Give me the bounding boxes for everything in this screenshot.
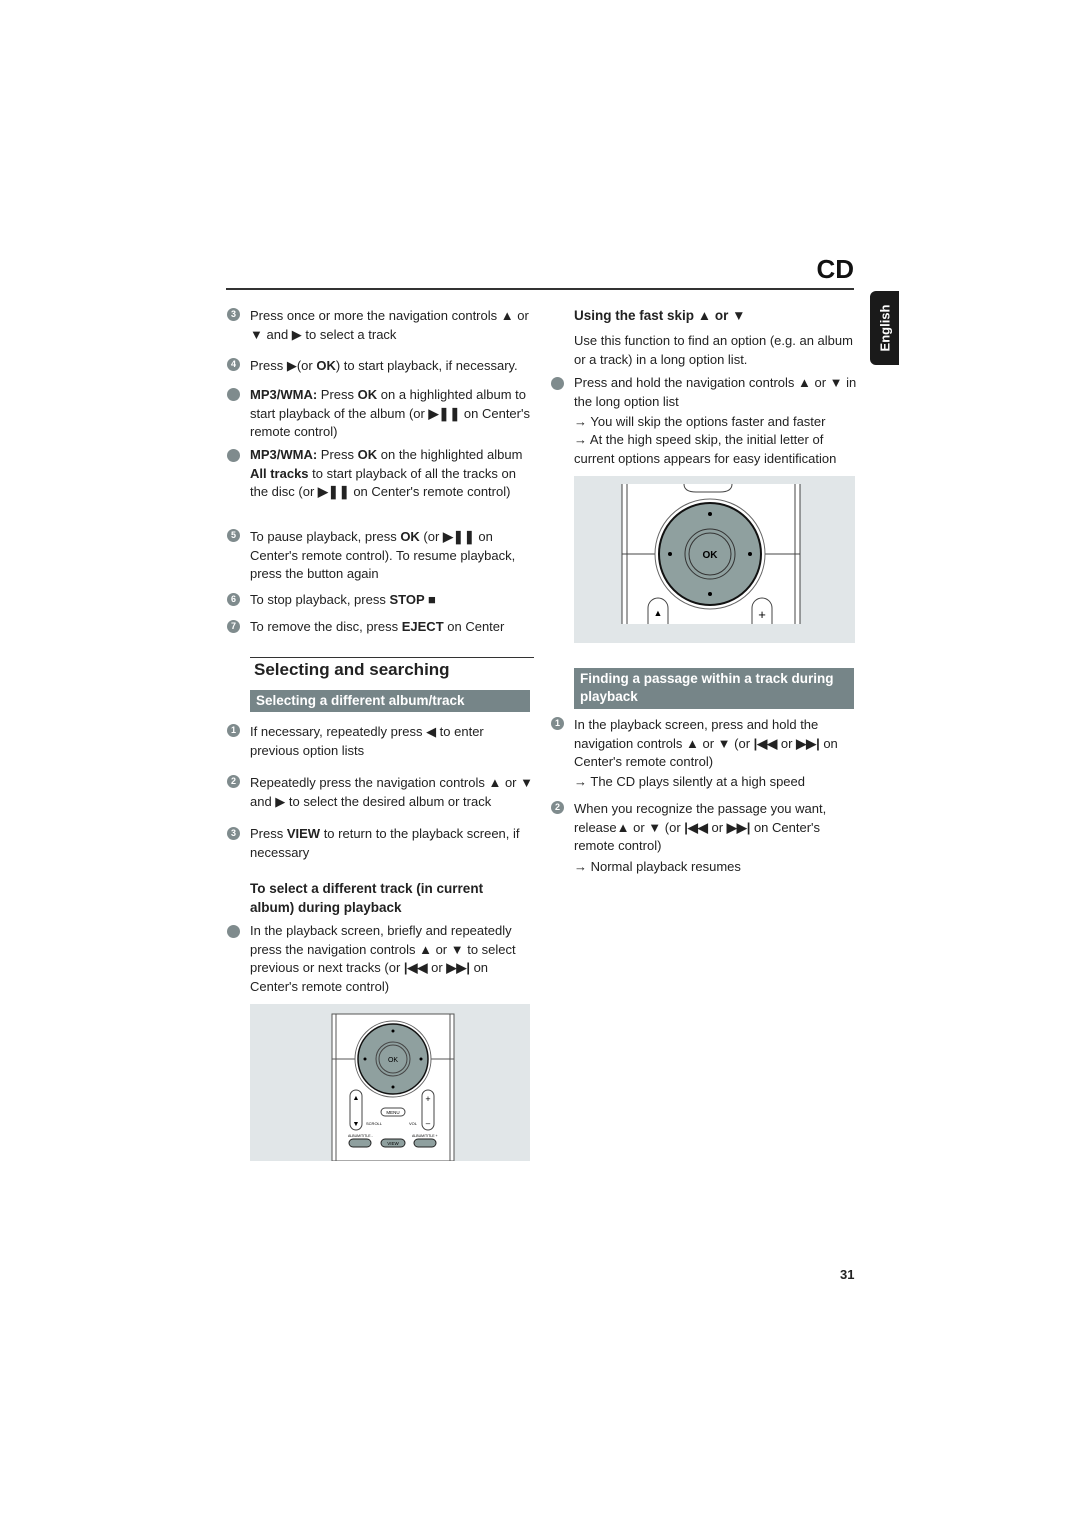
svg-text:–: –	[426, 1119, 431, 1128]
subsection-title: Selecting a different album/track	[250, 690, 530, 712]
bold-run: VIEW	[286, 826, 321, 841]
svg-text:▼: ▼	[353, 1121, 360, 1128]
step-text: To pause playback, press OK (or ▶❚❚ on C…	[250, 528, 535, 584]
bold-run: OK	[357, 447, 378, 462]
bold-run: ▶▶|	[726, 819, 751, 835]
svg-text:ALBUM/TITLE -: ALBUM/TITLE -	[348, 1134, 374, 1138]
text-run: Press ▶(or	[250, 358, 317, 373]
step-text: Press once or more the navigation contro…	[250, 307, 535, 344]
text-run: ) to start playback, if necessary.	[335, 358, 518, 373]
section-title: Selecting and searching	[250, 657, 534, 680]
bullet-text: MP3/WMA: Press OK on the highlighted alb…	[250, 446, 535, 502]
step-text: Repeatedly press the navigation controls…	[250, 774, 535, 811]
text-run: or	[777, 735, 797, 751]
ok-label: OK	[703, 550, 719, 561]
svg-text:+: +	[758, 607, 766, 622]
step-text: In the playback screen, press and hold t…	[574, 716, 859, 772]
result-text: → You will skip the options faster and f…	[574, 414, 826, 429]
ok-label: OK	[388, 1057, 398, 1064]
text-run: Press	[317, 387, 358, 402]
bold-run: STOP ■	[389, 592, 436, 607]
text-run: or	[707, 819, 727, 835]
bold-run: EJECT	[401, 619, 444, 634]
step-text: Press VIEW to return to the playback scr…	[250, 825, 535, 862]
section-header: CD	[816, 254, 854, 284]
step-text: Press ▶(or OK) to start playback, if nec…	[250, 357, 535, 376]
step-text: If necessary, repeatedly press ◀ to ente…	[250, 723, 535, 760]
result-text: → Normal playback resumes	[574, 859, 741, 874]
svg-text:VOL: VOL	[409, 1121, 418, 1126]
text-run: To stop playback, press	[250, 592, 390, 607]
header-rule	[226, 288, 854, 290]
step-marker: 2	[227, 775, 240, 788]
step-text: To remove the disc, press EJECT on Cente…	[250, 618, 535, 637]
step-marker: 3	[227, 308, 240, 321]
bold-run: OK	[316, 358, 336, 373]
bold-run: MP3/WMA:	[250, 447, 318, 462]
svg-text:VIEW: VIEW	[387, 1141, 399, 1146]
bold-run: ▶▶|	[446, 960, 470, 975]
text-run: To pause playback, press	[250, 529, 401, 544]
result-text: → At the high speed skip, the initial le…	[574, 432, 837, 466]
svg-text:+: +	[425, 1094, 430, 1104]
subsection-title: Finding a passage within a track during …	[574, 668, 854, 709]
result-text: → The CD plays silently at a high speed	[574, 774, 805, 789]
step-marker: 1	[227, 724, 240, 737]
text-run: Press	[317, 447, 358, 462]
text-run: on the highlighted album	[377, 447, 523, 462]
fast-skip-heading: Using the fast skip ▲ or ▼	[574, 308, 746, 323]
step-marker: 7	[227, 620, 240, 633]
bold-run: OK	[400, 529, 420, 544]
step-marker: 2	[551, 801, 564, 814]
bold-run: ▶❚❚	[442, 529, 475, 544]
svg-text:▲: ▲	[654, 608, 663, 618]
bullet	[227, 925, 240, 938]
bold-run: ▶▶|	[796, 735, 820, 751]
svg-text:MENU: MENU	[386, 1110, 399, 1115]
bold-run: ▶❚❚	[428, 405, 461, 421]
bullet-text: Press and hold the navigation controls ▲…	[574, 374, 859, 411]
bullet	[227, 388, 240, 401]
bullet	[227, 449, 240, 462]
text-run: (or	[419, 529, 443, 544]
bullet	[551, 377, 564, 390]
sub-heading: To select a different track (in current …	[250, 881, 484, 915]
text-run: Press	[250, 826, 287, 841]
text-run: Press and hold the navigation controls ▲…	[574, 375, 857, 409]
step-marker: 1	[551, 717, 564, 730]
manual-page: CD English 3 Press once or more the navi…	[0, 0, 1080, 1528]
bold-run: |◀◀	[684, 819, 708, 835]
page-number: 31	[840, 1267, 855, 1282]
svg-text:ALBUM/TITLE +: ALBUM/TITLE +	[412, 1134, 438, 1138]
svg-text:SCROLL: SCROLL	[366, 1121, 383, 1126]
text-run: or	[427, 960, 447, 975]
language-tab: English	[870, 291, 899, 365]
bold-run: |◀◀	[403, 960, 428, 975]
bold-run: ▶❚❚	[317, 484, 350, 499]
bullet-text: MP3/WMA: Press OK on a highlighted album…	[250, 386, 535, 442]
bold-run: All tracks	[250, 465, 309, 481]
bold-run: OK	[357, 387, 378, 402]
text-run: on Center's remote control)	[349, 484, 511, 499]
text-run: Repeatedly press the navigation controls…	[250, 775, 533, 809]
step-marker: 5	[227, 529, 240, 542]
remote-closeup-illustration: OK ▲ +	[574, 476, 855, 643]
language-tab-label: English	[877, 304, 892, 352]
step-marker: 3	[227, 827, 240, 840]
step-marker: 4	[227, 358, 240, 371]
text-run: on Center	[443, 619, 505, 634]
intro-text: Use this function to find an option (e.g…	[574, 333, 853, 367]
bold-run: MP3/WMA:	[250, 387, 318, 402]
remote-illustration: OK ▲ ▼ + – MENU SCROLL VOL ALBUM/TITLE - ALB…	[250, 1004, 530, 1161]
text-run: If necessary, repeatedly press ◀ to ente…	[250, 724, 484, 758]
bullet-text: In the playback screen, briefly and repe…	[250, 922, 535, 996]
text-run: Press once or more the navigation contro…	[250, 308, 529, 342]
svg-text:▲: ▲	[353, 1095, 360, 1102]
step-text: To stop playback, press STOP ■	[250, 591, 535, 610]
step-text: When you recognize the passage you want,…	[574, 800, 859, 856]
step-marker: 6	[227, 593, 240, 606]
text-run: To remove the disc, press	[250, 619, 402, 634]
bold-run: |◀◀	[753, 735, 778, 751]
